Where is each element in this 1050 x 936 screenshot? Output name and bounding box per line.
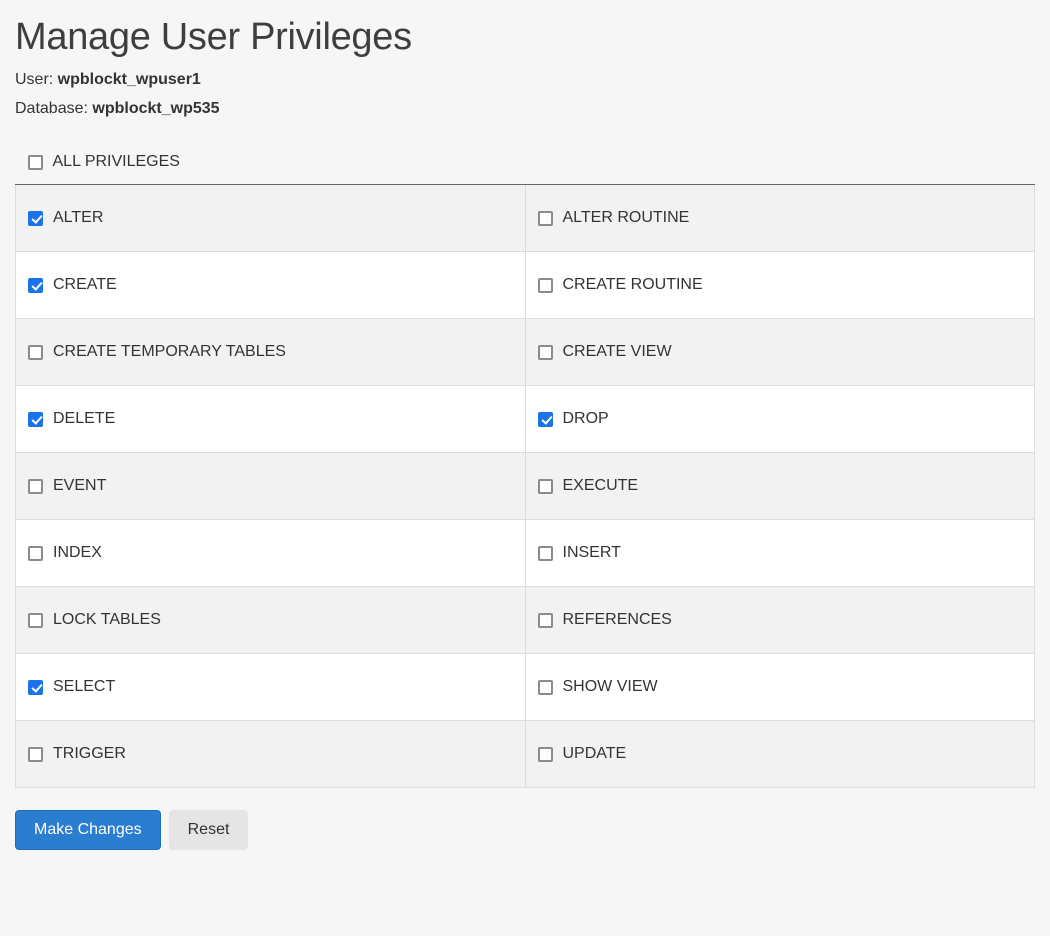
label-alter[interactable]: ALTER — [53, 209, 103, 227]
label-index[interactable]: INDEX — [53, 544, 102, 562]
checkbox-update[interactable] — [538, 747, 553, 762]
checkbox-create[interactable] — [28, 278, 43, 293]
checkbox-show-view[interactable] — [538, 680, 553, 695]
label-show-view[interactable]: SHOW VIEW — [563, 678, 658, 696]
label-references[interactable]: REFERENCES — [563, 611, 672, 629]
checkbox-lock-tables[interactable] — [28, 613, 43, 628]
label-delete[interactable]: DELETE — [53, 410, 115, 428]
make-changes-button[interactable]: Make Changes — [15, 810, 161, 850]
user-label: User: — [15, 71, 58, 88]
checkbox-execute[interactable] — [538, 479, 553, 494]
database-line: Database: wpblockt_wp535 — [15, 100, 1035, 118]
checkbox-alter[interactable] — [28, 211, 43, 226]
label-create[interactable]: CREATE — [53, 276, 117, 294]
user-line: User: wpblockt_wpuser1 — [15, 71, 1035, 89]
checkbox-create-temporary-tables[interactable] — [28, 345, 43, 360]
label-alter-routine[interactable]: ALTER ROUTINE — [563, 209, 690, 227]
checkbox-select[interactable] — [28, 680, 43, 695]
label-select[interactable]: SELECT — [53, 678, 115, 696]
label-trigger[interactable]: TRIGGER — [53, 745, 126, 763]
checkbox-index[interactable] — [28, 546, 43, 561]
label-event[interactable]: EVENT — [53, 477, 106, 495]
database-value: wpblockt_wp535 — [92, 100, 219, 117]
checkbox-insert[interactable] — [538, 546, 553, 561]
user-value: wpblockt_wpuser1 — [58, 71, 201, 88]
checkbox-trigger[interactable] — [28, 747, 43, 762]
database-label: Database: — [15, 100, 92, 117]
reset-button[interactable]: Reset — [169, 810, 249, 850]
label-lock-tables[interactable]: LOCK TABLES — [53, 611, 161, 629]
label-drop[interactable]: DROP — [563, 410, 609, 428]
page-title: Manage User Privileges — [15, 16, 1035, 59]
checkbox-create-view[interactable] — [538, 345, 553, 360]
label-insert[interactable]: INSERT — [563, 544, 621, 562]
checkbox-delete[interactable] — [28, 412, 43, 427]
checkbox-event[interactable] — [28, 479, 43, 494]
privileges-table: ALL PRIVILEGES ALTER ALTER ROUTINE CREATE C… — [15, 140, 1035, 788]
label-execute[interactable]: EXECUTE — [563, 477, 639, 495]
checkbox-all-privileges[interactable] — [28, 155, 43, 170]
checkbox-references[interactable] — [538, 613, 553, 628]
actions-bar: Make Changes Reset — [15, 810, 1035, 850]
checkbox-alter-routine[interactable] — [538, 211, 553, 226]
checkbox-create-routine[interactable] — [538, 278, 553, 293]
label-create-routine[interactable]: CREATE ROUTINE — [563, 276, 703, 294]
label-all-privileges[interactable]: ALL PRIVILEGES — [53, 153, 180, 171]
checkbox-drop[interactable] — [538, 412, 553, 427]
label-update[interactable]: UPDATE — [563, 745, 627, 763]
label-create-temporary-tables[interactable]: CREATE TEMPORARY TABLES — [53, 343, 286, 361]
label-create-view[interactable]: CREATE VIEW — [563, 343, 672, 361]
